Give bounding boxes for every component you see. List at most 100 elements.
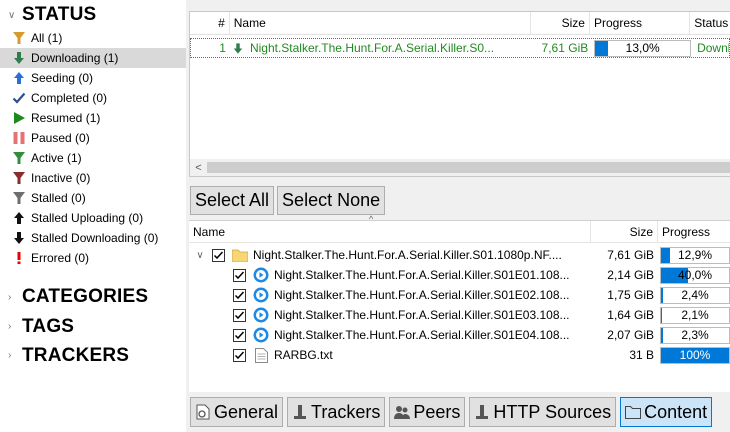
- tab-content[interactable]: Content: [620, 397, 713, 427]
- chevron-right-icon: ›: [8, 350, 12, 361]
- stalled-upload-icon: [10, 211, 28, 225]
- filter-item-label: Paused (0): [31, 131, 90, 145]
- checkbox[interactable]: [233, 308, 246, 322]
- tab-label: Peers: [413, 401, 461, 422]
- tree-row-file[interactable]: Night.Stalker.The.Hunt.For.A.Serial.Kill…: [189, 325, 730, 345]
- tree-row-progress: 12,9%: [658, 246, 730, 264]
- filter-item-label: Resumed (1): [31, 111, 101, 125]
- filter-item-label: Errored (0): [31, 251, 90, 265]
- filter-item-active[interactable]: Active (1): [0, 148, 186, 168]
- trackers-section-header[interactable]: › TRACKERS: [0, 341, 186, 370]
- tree-row-name: RARBG.txt: [274, 348, 333, 362]
- column-header-num[interactable]: #: [190, 12, 230, 34]
- filter-item-resumed[interactable]: Resumed (1): [0, 108, 186, 128]
- progress-bar-text: 100%: [679, 348, 711, 362]
- filter-item-all[interactable]: All (1): [0, 28, 186, 48]
- filter-item-stalled[interactable]: Stalled (0): [0, 188, 186, 208]
- tab-peers[interactable]: Peers: [389, 397, 466, 427]
- progress-bar: 12,9%: [660, 246, 730, 264]
- video-file-icon: [253, 287, 269, 303]
- filter-item-label: Inactive (0): [31, 171, 91, 185]
- filter-item-label: Active (1): [31, 151, 82, 165]
- torrent-row-status: Downlo: [697, 41, 729, 55]
- tree-row-file[interactable]: Night.Stalker.The.Hunt.For.A.Serial.Kill…: [189, 285, 730, 305]
- tab-label: HTTP Sources: [493, 401, 612, 422]
- filter-item-errored[interactable]: Errored (0): [0, 248, 186, 268]
- horizontal-scrollbar[interactable]: <: [190, 159, 730, 176]
- tab-label: Content: [644, 401, 708, 422]
- checkbox[interactable]: [233, 268, 246, 282]
- status-section-header[interactable]: ∨ STATUS: [0, 2, 186, 28]
- tree-row-progress: 2,3%: [658, 326, 730, 344]
- pause-icon: [10, 131, 28, 145]
- tree-row-size: 1,64 GiB: [607, 308, 654, 322]
- tags-section-header[interactable]: › TAGS: [0, 312, 186, 341]
- progress-bar-text: 2,4%: [681, 288, 709, 302]
- categories-section-header[interactable]: › CATEGORIES: [0, 282, 186, 312]
- content-tree-header: Name Size Progress: [189, 221, 730, 243]
- filter-item-stalled-downloading[interactable]: Stalled Downloading (0): [0, 228, 186, 248]
- filter-item-label: All (1): [31, 31, 63, 45]
- progress-bar: 100%: [660, 346, 730, 364]
- tab-trackers[interactable]: Trackers: [287, 397, 386, 427]
- progress-bar-text: 2,3%: [681, 328, 709, 342]
- checkbox[interactable]: [212, 248, 225, 262]
- progress-bar: 2,3%: [660, 326, 730, 344]
- checkbox[interactable]: [233, 288, 246, 302]
- tree-row-name: Night.Stalker.The.Hunt.For.A.Serial.Kill…: [274, 328, 570, 342]
- tree-row-name: Night.Stalker.The.Hunt.For.A.Serial.Kill…: [274, 268, 570, 282]
- torrent-row[interactable]: 1 Night.Stalker.The.Hunt.For.A.Serial.Ki…: [190, 38, 730, 58]
- tree-row-file[interactable]: RARBG.txt 31 B 100%: [189, 345, 730, 365]
- column-header-progress[interactable]: Progress: [590, 12, 691, 34]
- tree-row-size: 1,75 GiB: [607, 288, 654, 302]
- tree-row-size: 7,61 GiB: [607, 248, 654, 262]
- chevron-down-icon: ∨: [8, 9, 16, 21]
- general-icon: [195, 404, 211, 420]
- tags-section-title: TAGS: [22, 315, 75, 337]
- progress-bar: 40,0%: [660, 266, 730, 284]
- sidebar: ∨ STATUS All (1) Downloading (1) Seeding…: [0, 0, 186, 432]
- tree-row-folder[interactable]: ∨ Night.Stalker.The.Hunt.For.A.Serial.Ki…: [189, 245, 730, 265]
- column-header-name[interactable]: Name: [230, 12, 532, 34]
- filter-item-seeding[interactable]: Seeding (0): [0, 68, 186, 88]
- checkbox[interactable]: [233, 348, 246, 362]
- filter-item-paused[interactable]: Paused (0): [0, 128, 186, 148]
- select-all-button[interactable]: Select All: [190, 186, 275, 215]
- filter-item-completed[interactable]: Completed (0): [0, 88, 186, 108]
- tree-row-file[interactable]: Night.Stalker.The.Hunt.For.A.Serial.Kill…: [189, 265, 730, 285]
- tree-row-file[interactable]: Night.Stalker.The.Hunt.For.A.Serial.Kill…: [189, 305, 730, 325]
- progress-bar: 2,4%: [660, 286, 730, 304]
- scroll-left-arrow-icon[interactable]: <: [190, 162, 207, 174]
- chevron-down-icon[interactable]: ∨: [193, 250, 207, 261]
- torrent-list-header: # Name Size Progress Status: [190, 12, 730, 35]
- filter-item-stalled-uploading[interactable]: Stalled Uploading (0): [0, 208, 186, 228]
- content-tree: Name Size Progress ∨ Night.Stalker.The.H…: [189, 220, 730, 392]
- column-header-status[interactable]: Status: [690, 12, 730, 34]
- stalled-filter-icon: [10, 191, 28, 205]
- http-sources-icon: [474, 404, 490, 420]
- torrent-row-name-cell: Night.Stalker.The.Hunt.For.A.Serial.Kill…: [230, 39, 533, 57]
- peers-icon: [394, 404, 411, 420]
- column-header-size[interactable]: Size: [591, 221, 658, 242]
- checkbox[interactable]: [233, 328, 246, 342]
- chevron-right-icon: ›: [8, 291, 12, 303]
- progress-bar-text: 12,9%: [677, 248, 713, 262]
- properties-tabs: General Trackers Peers HTTP Sources Cont…: [190, 397, 713, 427]
- checkmark-icon: [10, 91, 28, 105]
- select-none-button[interactable]: Select None: [277, 186, 386, 215]
- filter-item-downloading[interactable]: Downloading (1): [0, 48, 186, 68]
- app-window: ∨ STATUS All (1) Downloading (1) Seeding…: [0, 0, 730, 432]
- tab-http-sources[interactable]: HTTP Sources: [469, 397, 617, 427]
- folder-icon: [232, 247, 248, 263]
- tree-row-size: 2,14 GiB: [607, 268, 654, 282]
- torrent-row-progress: 13,0%: [592, 39, 693, 57]
- column-header-progress[interactable]: Progress: [658, 221, 730, 242]
- scrollbar-thumb[interactable]: [207, 162, 730, 173]
- progress-bar-text: 2,1%: [681, 308, 709, 322]
- filter-item-label: Stalled Uploading (0): [31, 211, 144, 225]
- column-header-size[interactable]: Size: [531, 12, 590, 34]
- error-icon: [10, 251, 28, 265]
- filter-item-inactive[interactable]: Inactive (0): [0, 168, 186, 188]
- tab-general[interactable]: General: [190, 397, 284, 427]
- column-header-name[interactable]: Name: [189, 221, 591, 242]
